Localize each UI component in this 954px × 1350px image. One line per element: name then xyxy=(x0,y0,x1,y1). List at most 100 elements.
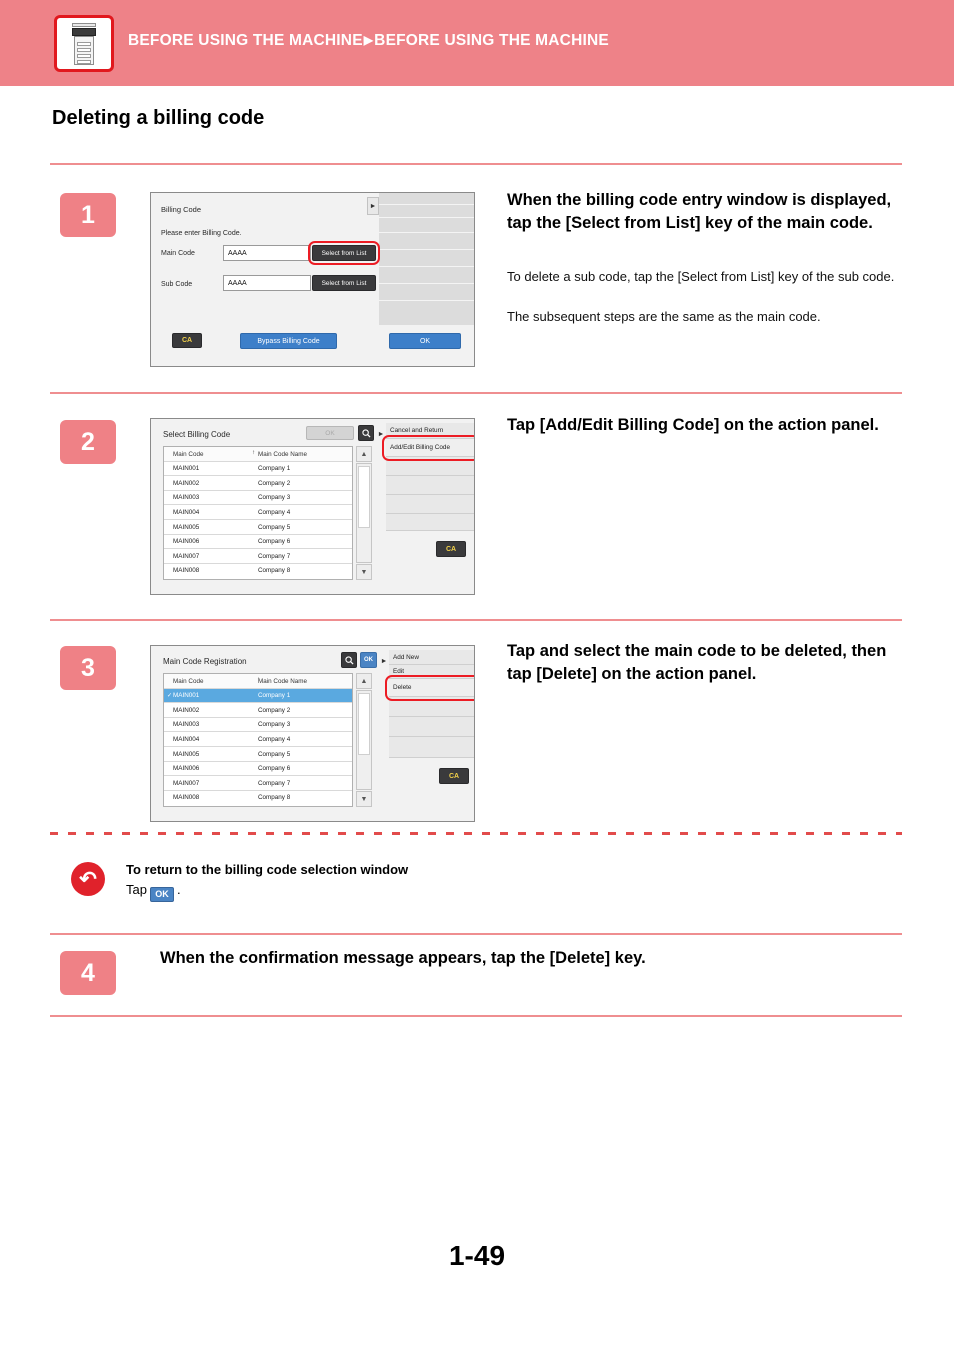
main-code-registration-list[interactable]: Main Code ↑ Main Code Name ✓ MAIN001 Com… xyxy=(163,673,353,807)
action-edit[interactable]: Edit xyxy=(389,665,474,679)
page-number: 1-49 xyxy=(448,1240,506,1271)
main-code-select-from-list-button[interactable]: Select from List xyxy=(312,245,376,261)
note-title: To return to the billing code selection … xyxy=(126,862,409,877)
table-row[interactable]: MAIN005 Company 5 xyxy=(164,520,352,535)
cell-code: MAIN005 xyxy=(173,523,200,531)
step-1-heading: When the billing code entry window is di… xyxy=(507,191,892,233)
list-scrollbar[interactable] xyxy=(356,690,372,790)
cell-name: Company 4 xyxy=(258,735,291,743)
step-number-3: 3 xyxy=(60,646,116,690)
divider-step-1 xyxy=(50,392,902,394)
table-row[interactable]: MAIN007 Company 7 xyxy=(164,776,352,791)
action-panel-toggle-icon[interactable]: ► xyxy=(379,654,389,668)
cell-name: Company 3 xyxy=(258,494,291,502)
cell-code: MAIN003 xyxy=(173,494,200,502)
table-row-selected[interactable]: ✓ MAIN001 Company 1 xyxy=(164,688,352,704)
action-empty-3 xyxy=(389,737,474,758)
action-cancel-and-return[interactable]: Cancel and Return xyxy=(386,423,474,439)
step-3-heading: Tap and select the main code to be delet… xyxy=(507,642,887,684)
action-panel-toggle-icon[interactable]: ► xyxy=(376,427,386,441)
cell-code: MAIN002 xyxy=(173,479,200,487)
table-row[interactable]: MAIN008 Company 8 xyxy=(164,563,352,579)
table-row[interactable]: MAIN004 Company 4 xyxy=(164,732,352,747)
note-line-suffix: . xyxy=(176,882,181,897)
table-row[interactable]: MAIN006 Company 6 xyxy=(164,761,352,777)
table-header-row: Main Code ↑ Main Code Name xyxy=(164,674,352,689)
action-empty-2 xyxy=(386,476,474,495)
table-row[interactable]: MAIN002 Company 2 xyxy=(164,476,352,491)
table-row[interactable]: MAIN001 Company 1 xyxy=(164,461,352,477)
cell-name: Company 4 xyxy=(258,508,291,516)
table-row[interactable]: MAIN006 Company 6 xyxy=(164,534,352,550)
ca-button[interactable]: CA xyxy=(439,768,469,784)
action-empty-4 xyxy=(386,514,474,531)
list-scrollbar[interactable] xyxy=(356,463,372,563)
column-header-main-code-name: Main Code Name xyxy=(258,677,307,685)
return-arrow-icon: ↶ xyxy=(71,862,105,896)
step-3-ok-button[interactable]: OK xyxy=(360,652,377,668)
column-header-main-code: Main Code xyxy=(173,450,204,458)
action-empty-3 xyxy=(386,495,474,514)
cell-name: Company 5 xyxy=(258,750,291,758)
sub-code-select-from-list-button[interactable]: Select from List xyxy=(312,275,376,291)
action-add-new[interactable]: Add New xyxy=(389,650,474,665)
cell-name: Company 3 xyxy=(258,721,291,729)
action-add-edit-billing-code[interactable]: Add/Edit Billing Code xyxy=(386,439,474,457)
dotted-divider xyxy=(50,832,902,835)
divider-step-4 xyxy=(50,1015,902,1017)
ca-button[interactable]: CA xyxy=(172,333,202,348)
cell-name: Company 8 xyxy=(258,794,291,802)
cell-code: MAIN004 xyxy=(173,735,200,743)
cell-name: Company 2 xyxy=(258,479,291,487)
sub-code-field[interactable]: AAAA xyxy=(223,275,311,291)
step-1-prompt: Please enter Billing Code. xyxy=(161,230,242,237)
cell-name: Company 1 xyxy=(258,465,291,473)
step-2-action-panel: Cancel and Return Add/Edit Billing Code xyxy=(386,423,474,531)
table-row[interactable]: MAIN002 Company 2 xyxy=(164,703,352,718)
scroll-to-bottom-button[interactable]: ▼ xyxy=(356,791,372,807)
action-delete[interactable]: Delete xyxy=(389,679,474,697)
cell-code: MAIN001 xyxy=(173,465,200,473)
ok-button[interactable]: OK xyxy=(389,333,461,349)
sort-arrow-icon[interactable]: ↑ xyxy=(252,450,255,456)
cell-code: MAIN004 xyxy=(173,508,200,516)
main-code-field[interactable]: AAAA xyxy=(223,245,311,261)
cell-code: MAIN008 xyxy=(173,794,200,802)
action-panel-toggle-icon[interactable]: ► xyxy=(367,197,379,215)
table-row[interactable]: MAIN005 Company 5 xyxy=(164,747,352,762)
ca-button[interactable]: CA xyxy=(436,541,466,557)
search-icon[interactable] xyxy=(341,652,357,668)
step-2-ok-button[interactable]: OK xyxy=(306,426,354,440)
scroll-to-bottom-button[interactable]: ▼ xyxy=(356,564,372,580)
main-code-label: Main Code xyxy=(161,250,195,257)
scroll-to-top-button[interactable]: ▲ xyxy=(356,673,372,689)
table-row[interactable]: MAIN004 Company 4 xyxy=(164,505,352,520)
step-number-1: 1 xyxy=(60,193,116,237)
cell-name: Company 8 xyxy=(258,567,291,575)
billing-code-list[interactable]: Main Code ↑ Main Code Name MAIN001 Compan… xyxy=(163,446,353,580)
table-row[interactable]: MAIN003 Company 3 xyxy=(164,717,352,733)
divider-step-3 xyxy=(50,933,902,935)
step-3-screen-title: Main Code Registration xyxy=(163,657,247,666)
step-1-screen-title: Billing Code xyxy=(161,205,202,214)
step-1-body-line-2: The subsequent steps are the same as the… xyxy=(507,309,821,324)
bypass-billing-code-button[interactable]: Bypass Billing Code xyxy=(240,333,337,349)
cell-code: MAIN008 xyxy=(173,567,200,575)
column-header-main-code-name: Main Code Name xyxy=(258,450,307,458)
table-row[interactable]: MAIN008 Company 8 xyxy=(164,790,352,806)
sub-code-label: Sub Code xyxy=(161,281,193,288)
step-1-body-line-1: To delete a sub code, tap the [Select fr… xyxy=(507,269,895,284)
divider-top xyxy=(50,163,902,165)
breadcrumb-item-1: BEFORE USING THE MACHINE xyxy=(128,32,363,49)
table-row[interactable]: MAIN003 Company 3 xyxy=(164,490,352,506)
table-row[interactable]: MAIN007 Company 7 xyxy=(164,549,352,564)
page-header-band: BEFORE USING THE MACHINE▶BEFORE USING TH… xyxy=(0,0,954,86)
scroll-to-top-button[interactable]: ▲ xyxy=(356,446,372,462)
step-3-action-panel: Add New Edit Delete xyxy=(389,650,474,758)
breadcrumb-separator-icon: ▶ xyxy=(363,33,374,47)
cell-code: MAIN003 xyxy=(173,721,200,729)
breadcrumb: BEFORE USING THE MACHINE▶BEFORE USING TH… xyxy=(128,32,609,50)
action-empty-1 xyxy=(386,457,474,476)
search-icon[interactable] xyxy=(358,425,374,441)
note-line-prefix: Tap xyxy=(126,882,147,897)
